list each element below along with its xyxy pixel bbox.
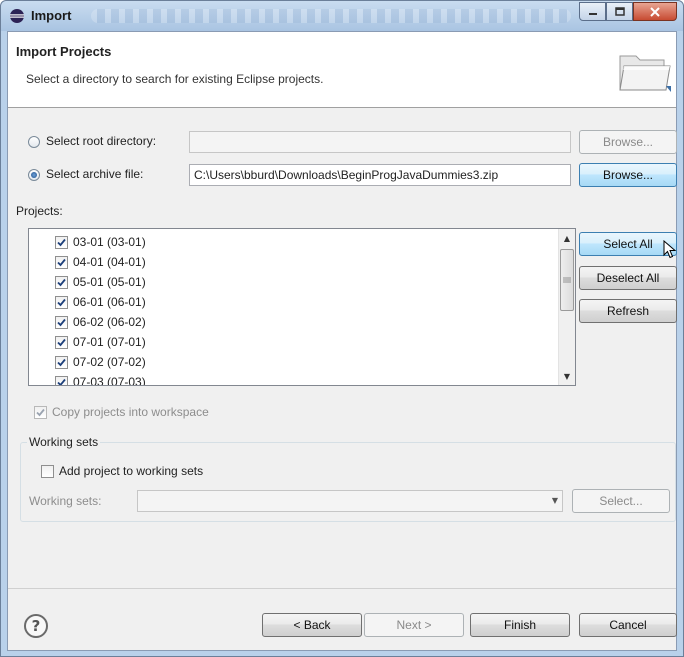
add-to-working-sets-checkbox[interactable] [41, 464, 54, 478]
archive-file-label: Select archive file: [46, 167, 144, 181]
scroll-up-button[interactable]: ▲ [559, 230, 575, 246]
add-to-working-sets-option[interactable]: Add project to working sets [41, 464, 203, 478]
eclipse-icon [10, 9, 24, 23]
project-label: 04-01 (04-01) [73, 255, 146, 269]
deselect-all-button[interactable]: Deselect All [579, 266, 677, 290]
project-item[interactable]: 07-01 (07-01) [55, 332, 146, 352]
project-label: 07-02 (07-02) [73, 355, 146, 369]
project-item[interactable]: 05-01 (05-01) [55, 272, 146, 292]
working-sets-combo[interactable]: ▼ [137, 490, 563, 512]
working-sets-group: Working sets Add project to working sets… [20, 435, 676, 522]
page-description: Select a directory to search for existin… [26, 72, 324, 86]
checkmark-icon [57, 258, 66, 266]
projects-scrollbar[interactable]: ▲ ▼ [558, 229, 575, 385]
maximize-button[interactable] [606, 2, 633, 21]
project-item[interactable]: 07-02 (07-02) [55, 352, 146, 372]
project-item[interactable]: 06-01 (06-01) [55, 292, 146, 312]
page-title: Import Projects [16, 44, 112, 59]
project-item[interactable]: 04-01 (04-01) [55, 252, 146, 272]
window-title: Import [31, 8, 72, 23]
project-checkbox[interactable] [55, 295, 68, 309]
project-label: 05-01 (05-01) [73, 275, 146, 289]
checkmark-icon [57, 298, 66, 306]
checkmark-icon [57, 238, 66, 246]
project-label: 03-01 (03-01) [73, 235, 146, 249]
mouse-cursor-icon [663, 240, 677, 259]
close-button[interactable] [633, 2, 677, 21]
working-sets-title: Working sets [27, 435, 101, 449]
refresh-button[interactable]: Refresh [579, 299, 677, 323]
scroll-thumb[interactable] [560, 249, 574, 311]
add-to-working-sets-label: Add project to working sets [59, 464, 204, 478]
maximize-icon [614, 7, 625, 16]
projects-label: Projects: [16, 204, 63, 218]
project-label: 07-01 (07-01) [73, 335, 146, 349]
scroll-down-icon: ▼ [563, 371, 571, 381]
copy-projects-label: Copy projects into workspace [52, 405, 209, 419]
wizard-header: Import Projects Select a directory to se… [8, 32, 676, 108]
project-checkbox[interactable] [55, 355, 68, 369]
working-sets-label: Working sets: [29, 494, 102, 508]
project-label: 07-03 (07-03) [73, 375, 146, 386]
archive-file-field[interactable]: C:\Users\bburd\Downloads\BeginProgJavaDu… [189, 164, 571, 186]
grip-icon [563, 277, 571, 283]
next-button[interactable]: Next > [364, 613, 464, 637]
archive-browse-button[interactable]: Browse... [579, 163, 677, 187]
import-dialog: Import Import Projects Select a director… [0, 0, 684, 657]
folder-icon [619, 55, 671, 92]
root-directory-radio[interactable] [28, 136, 40, 148]
project-item[interactable]: 07-03 (07-03) [55, 372, 146, 386]
cancel-button[interactable]: Cancel [579, 613, 677, 637]
close-icon [650, 6, 660, 17]
finish-button[interactable]: Finish [470, 613, 570, 637]
project-checkbox[interactable] [55, 335, 68, 349]
project-checkbox[interactable] [55, 235, 68, 249]
project-checkbox[interactable] [55, 275, 68, 289]
checkmark-icon [57, 378, 66, 385]
root-directory-label: Select root directory: [46, 134, 157, 148]
scroll-up-icon: ▲ [563, 233, 571, 243]
project-checkbox[interactable] [55, 375, 68, 385]
project-item[interactable]: 03-01 (03-01) [55, 232, 146, 252]
footer-separator [8, 588, 676, 589]
project-checkbox[interactable] [55, 315, 68, 329]
checkmark-icon [57, 278, 66, 286]
projects-list[interactable]: 03-01 (03-01) 04-01 (04-01) 05-01 (05-01… [28, 228, 576, 386]
project-label: 06-02 (06-02) [73, 315, 146, 329]
back-button[interactable]: < Back [262, 613, 362, 637]
root-directory-field[interactable] [189, 131, 571, 153]
working-sets-select-button[interactable]: Select... [572, 489, 670, 513]
minimize-button[interactable] [579, 2, 606, 21]
checkmark-icon [36, 408, 45, 416]
project-checkbox[interactable] [55, 255, 68, 269]
title-bar-background [91, 9, 571, 23]
scroll-down-button[interactable]: ▼ [559, 368, 575, 384]
checkmark-icon [57, 338, 66, 346]
archive-file-radio[interactable] [28, 169, 40, 181]
help-icon[interactable]: ? [24, 614, 48, 638]
project-label: 06-01 (06-01) [73, 295, 146, 309]
copy-projects-checkbox[interactable] [34, 405, 47, 419]
root-browse-button[interactable]: Browse... [579, 130, 677, 154]
checkmark-icon [57, 358, 66, 366]
dialog-body: Import Projects Select a directory to se… [7, 31, 677, 651]
checkmark-icon [57, 318, 66, 326]
title-bar[interactable]: Import [1, 1, 683, 31]
minimize-icon [588, 12, 597, 15]
project-item[interactable]: 06-02 (06-02) [55, 312, 146, 332]
chevron-down-icon: ▼ [551, 496, 558, 505]
copy-projects-option[interactable]: Copy projects into workspace [34, 405, 209, 419]
